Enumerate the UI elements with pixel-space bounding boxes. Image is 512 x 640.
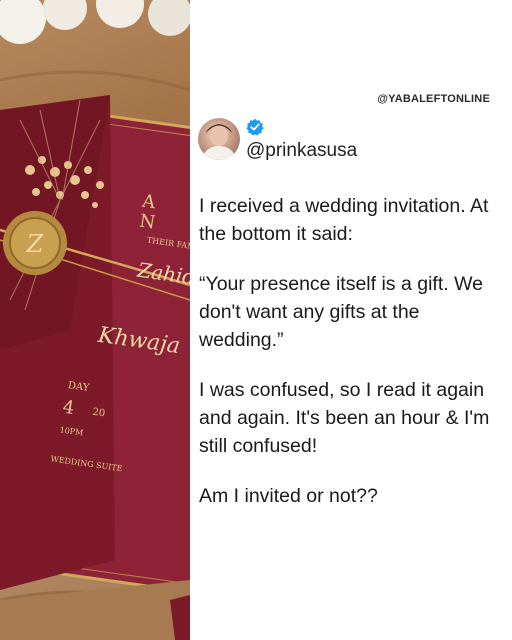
username[interactable]: @prinkasusa [246, 140, 357, 162]
tweet-paragraph: I was confused, so I read it again and a… [199, 379, 490, 457]
tweet-body: I received a wedding invitation. At the … [199, 192, 499, 532]
tweet-paragraph: I received a wedding invitation. At the … [199, 195, 489, 245]
svg-text:N: N [138, 210, 157, 233]
avatar-image [203, 124, 235, 160]
watermark-text: @YABALEFTONLINE [377, 93, 490, 105]
invitation-photo: Z A N THEIR FAMILIES Zahid Khwaja DAY 4 … [0, 0, 190, 640]
avatar[interactable] [198, 118, 240, 160]
svg-text:Z: Z [26, 230, 45, 258]
verified-badge-icon [246, 118, 264, 136]
tweet-paragraph: Am I invited or not?? [199, 485, 378, 507]
invitation-illustration: Z A N THEIR FAMILIES Zahid Khwaja DAY 4 … [0, 0, 190, 640]
tweet-paragraph: “Your presence itself is a gift. We don'… [199, 273, 483, 351]
card-year-text: 20 [92, 407, 106, 420]
